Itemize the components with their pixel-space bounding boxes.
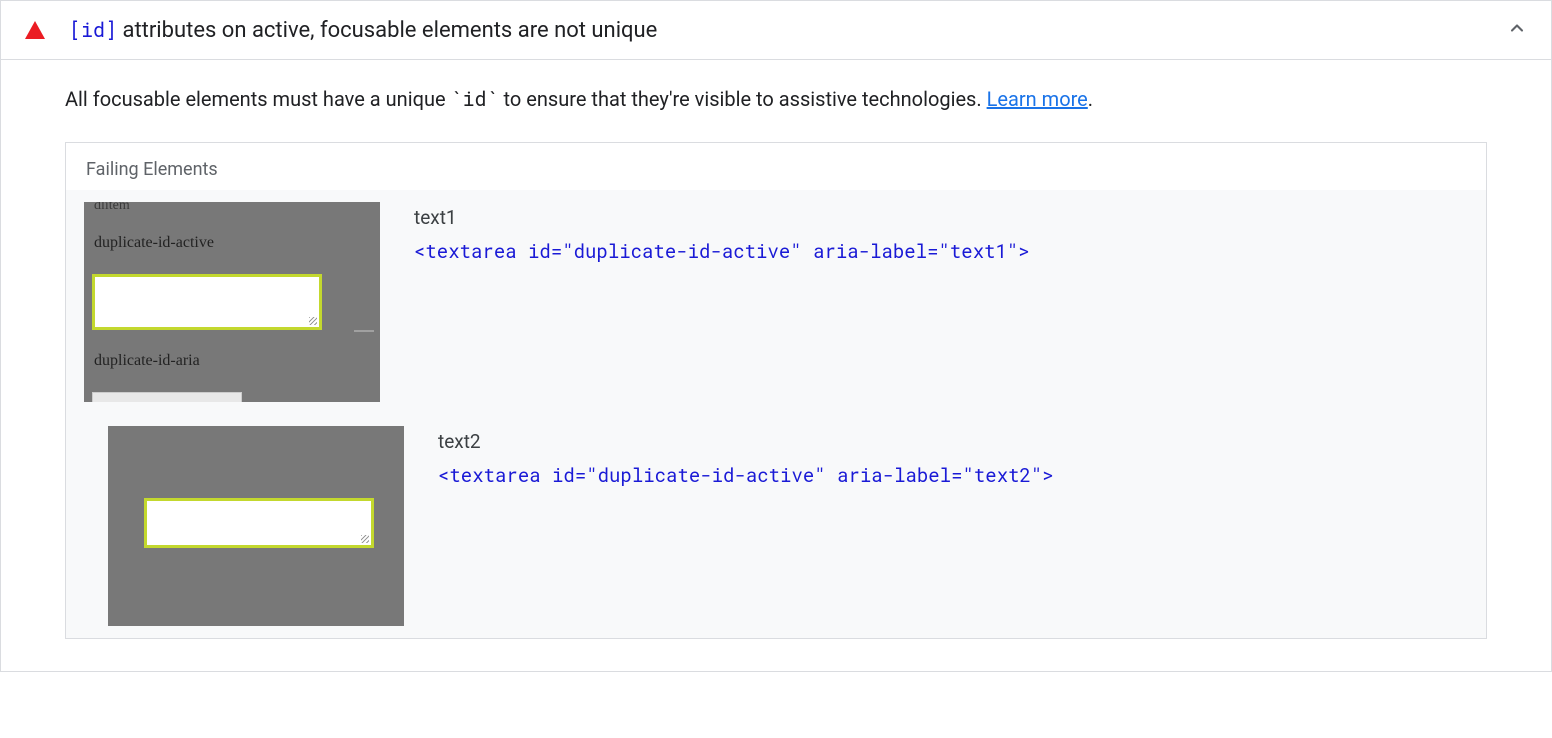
audit-title-code: [id] [69, 17, 117, 43]
failing-elements-panel: Failing Elements dlitem duplicate-id-act… [65, 142, 1487, 639]
highlighted-element-icon [92, 274, 322, 330]
desc-code: `id` [451, 86, 499, 112]
desc-period: . [1088, 87, 1093, 111]
resize-handle-icon [361, 535, 369, 543]
audit-title-text: attributes on active, focusable elements… [117, 18, 657, 43]
element-code: <textarea id="duplicate-id-active" aria-… [438, 463, 1468, 488]
panel-body: dlitem duplicate-id-active duplicate-id-… [66, 190, 1486, 638]
failing-item[interactable]: text2 <textarea id="duplicate-id-active"… [66, 414, 1486, 638]
element-label: text1 [414, 206, 1468, 229]
chevron-up-icon[interactable] [1507, 18, 1527, 43]
audit-body: All focusable elements must have a uniqu… [1, 60, 1551, 671]
element-code: <textarea id="duplicate-id-active" aria-… [414, 239, 1468, 264]
failing-item[interactable]: dlitem duplicate-id-active duplicate-id-… [66, 190, 1486, 414]
element-thumbnail: dlitem duplicate-id-active duplicate-id-… [84, 202, 380, 402]
divider-icon [354, 330, 374, 332]
desc-pre: All focusable elements must have a uniqu… [65, 87, 451, 111]
thumb-label: duplicate-id-aria [94, 352, 200, 370]
element-label: text2 [438, 430, 1468, 453]
error-triangle-icon [25, 21, 45, 39]
audit-item: [id] attributes on active, focusable ele… [0, 0, 1552, 672]
audit-description: All focusable elements must have a uniqu… [65, 84, 1487, 114]
desc-post: to ensure that they're visible to assist… [499, 87, 987, 111]
audit-header[interactable]: [id] attributes on active, focusable ele… [1, 1, 1551, 60]
resize-handle-icon [309, 317, 317, 325]
panel-title: Failing Elements [66, 143, 1486, 190]
thumb-label: duplicate-id-active [94, 234, 214, 252]
audit-title: [id] attributes on active, focusable ele… [69, 17, 1507, 43]
highlighted-element-icon [144, 498, 374, 548]
element-thumbnail [108, 426, 404, 626]
item-details: text2 <textarea id="duplicate-id-active"… [438, 426, 1468, 488]
partial-box-icon [92, 392, 242, 402]
thumb-cut-text: dlitem [94, 202, 130, 210]
item-details: text1 <textarea id="duplicate-id-active"… [414, 202, 1468, 264]
learn-more-link[interactable]: Learn more [987, 87, 1088, 111]
